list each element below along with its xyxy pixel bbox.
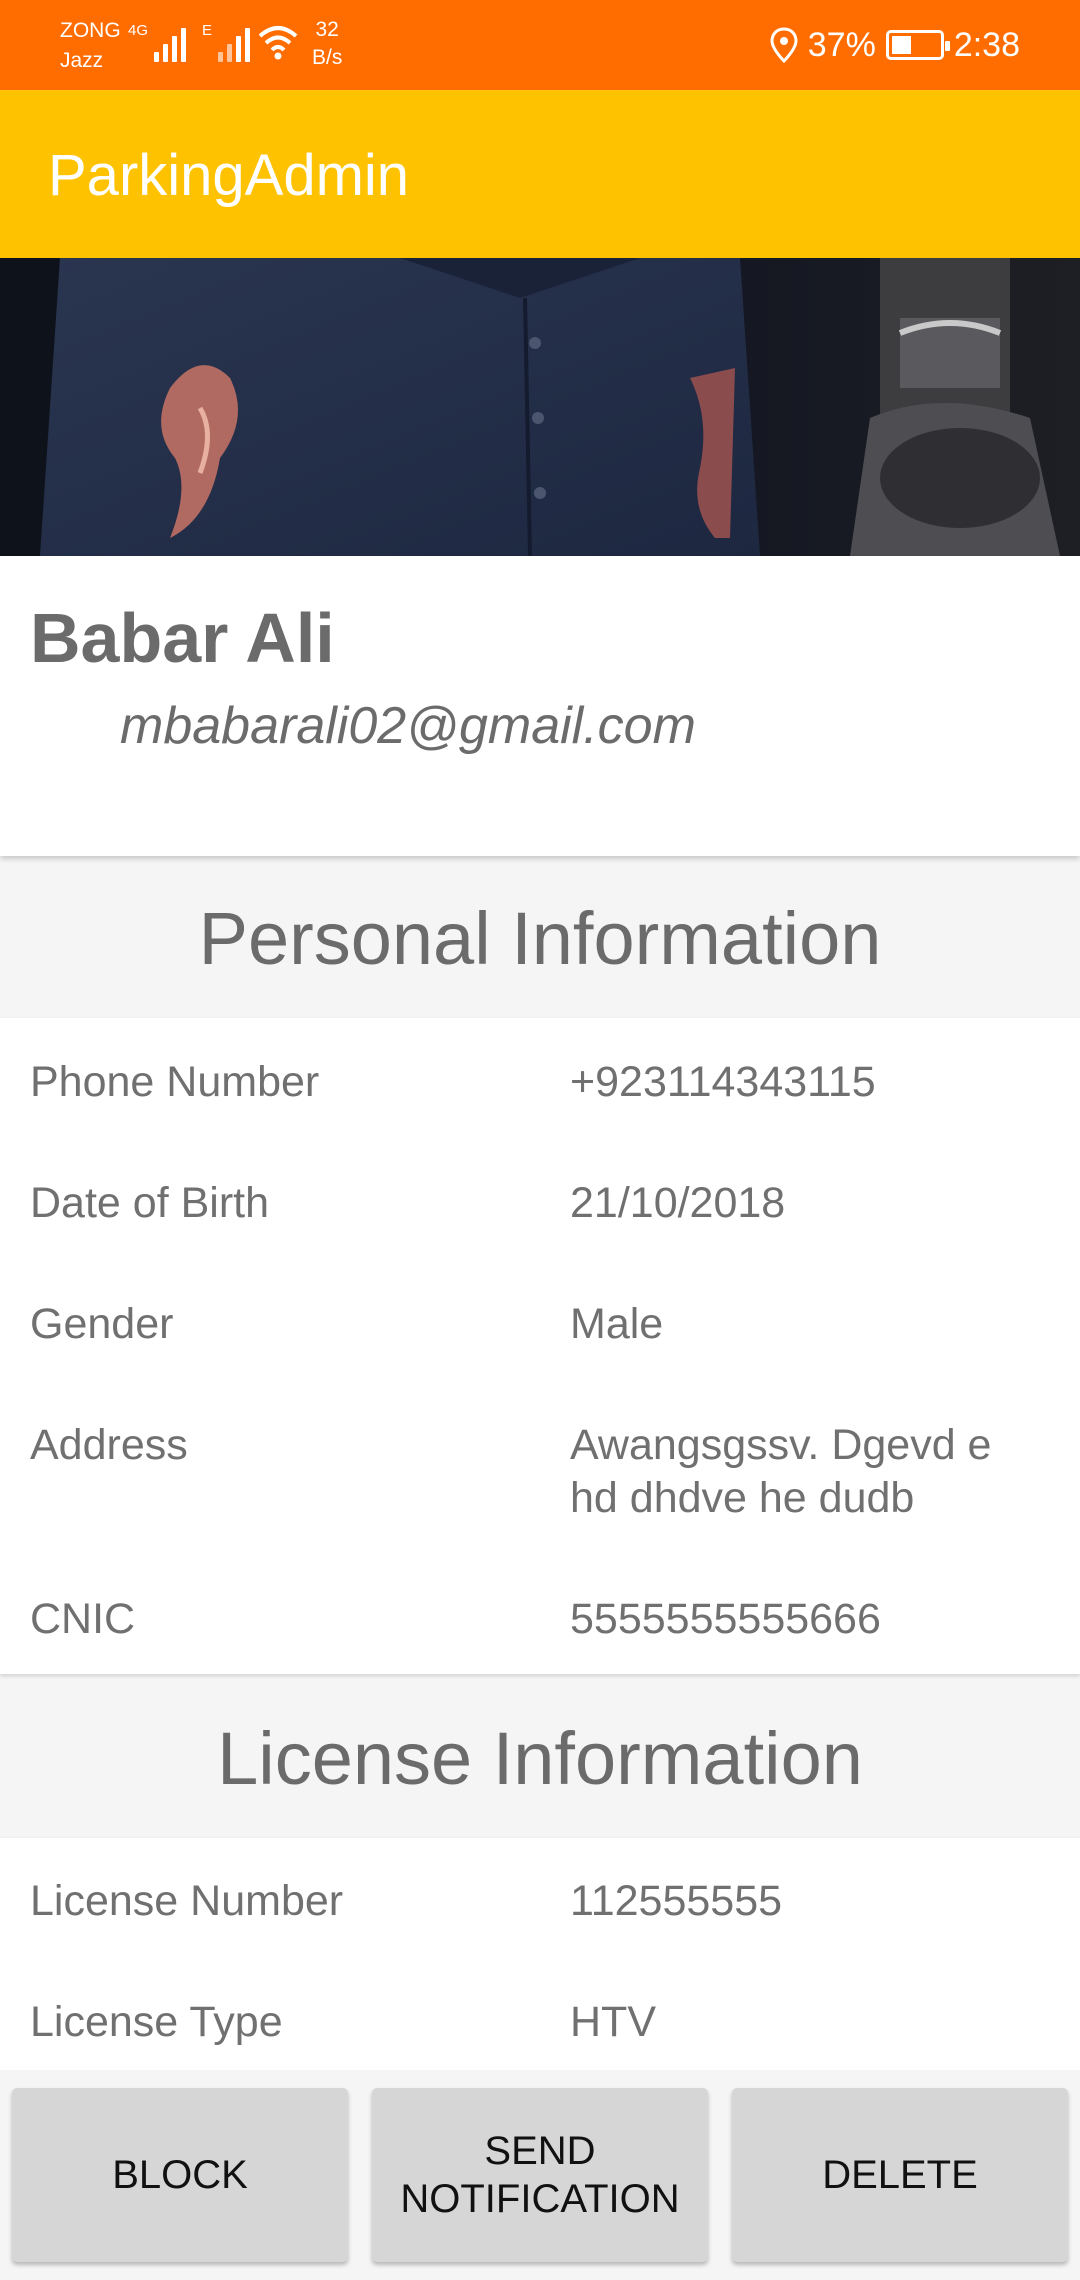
send-notification-button[interactable]: SEND NOTIFICATION	[372, 2088, 708, 2262]
network-speed: 32 B/s	[312, 16, 342, 72]
profile-email: mbabarali02@gmail.com	[120, 697, 696, 755]
license-number-value: 112555555	[570, 1877, 783, 1925]
personal-info-heading: Personal Information	[198, 897, 882, 980]
battery-percent: 37%	[807, 25, 876, 64]
cnic-label: CNIC	[30, 1595, 136, 1643]
wifi-icon	[258, 26, 298, 60]
network-speed-value: 32	[315, 18, 339, 41]
app-title: ParkingAdmin	[48, 143, 410, 208]
signal-icon: 4G	[128, 22, 187, 62]
gender-label: Gender	[30, 1300, 174, 1348]
license-type-value: HTV	[570, 1998, 656, 2046]
profile-card: Babar Ali mbabarali02@gmail.com	[0, 556, 1080, 856]
network-type-label: E	[202, 22, 213, 39]
location-pin-icon	[770, 27, 798, 63]
address-value: Awangsgssv. Dgevd e hd dhdve he dudb	[570, 1421, 992, 1522]
gender-value: Male	[570, 1300, 664, 1348]
status-right: 37% 2:38	[770, 20, 1020, 70]
status-bar: ZONG Jazz 4G E 32 B/s 37% 2:38	[0, 0, 1080, 90]
license-info-heading: License Information	[217, 1717, 863, 1800]
network-type-label: 4G	[128, 22, 149, 39]
personal-info-card: Phone Number +923114343115 Date of Birth…	[0, 1018, 1080, 1674]
date-of-birth-value: 21/10/2018	[570, 1179, 786, 1227]
action-bar: BLOCK SEND NOTIFICATION DELETE	[0, 2070, 1080, 2280]
profile-name: Babar Ali	[30, 599, 335, 677]
date-of-birth-label: Date of Birth	[30, 1179, 269, 1227]
carrier-label: ZONG Jazz	[60, 16, 121, 76]
license-type-label: License Type	[30, 1998, 283, 2046]
profile-cover-photo	[0, 258, 1080, 556]
cnic-value: 5555555555666	[570, 1595, 881, 1643]
profile-photo-image	[0, 258, 1080, 556]
carrier-primary: ZONG	[60, 19, 121, 42]
signal-icon: E	[202, 22, 251, 62]
app-bar: ParkingAdmin	[0, 90, 1080, 258]
block-button[interactable]: BLOCK	[12, 2088, 348, 2262]
address-label: Address	[30, 1421, 188, 1469]
license-number-label: License Number	[30, 1877, 344, 1925]
clock: 2:38	[953, 25, 1020, 64]
battery-icon	[885, 30, 950, 60]
license-info-card: License Number 112555555 License Type HT…	[0, 1838, 1080, 2070]
phone-number-label: Phone Number	[30, 1058, 320, 1106]
delete-button[interactable]: DELETE	[732, 2088, 1068, 2262]
phone-number-value: +923114343115	[570, 1058, 876, 1106]
network-speed-unit: B/s	[312, 46, 343, 69]
carrier-secondary: Jazz	[60, 49, 104, 72]
